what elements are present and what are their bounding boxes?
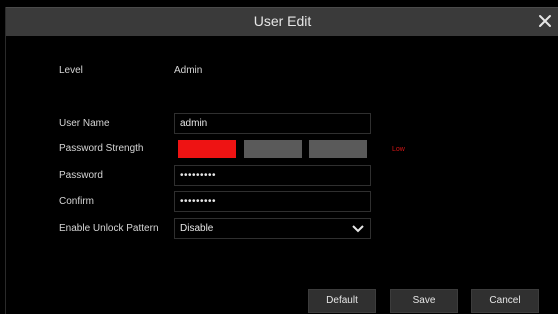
username-label: User Name [59,118,110,129]
strength-segment-1 [178,140,236,158]
level-label: Level [59,65,83,76]
title-bar: User Edit [6,7,558,36]
strength-segment-3 [309,140,367,158]
cancel-button[interactable]: Cancel [471,289,539,313]
save-button[interactable]: Save [390,289,458,313]
password-label: Password [59,170,103,181]
level-value: Admin [174,65,203,76]
strength-status: Low [392,146,405,153]
username-field[interactable]: admin [174,113,371,134]
user-edit-dialog: User Edit Level Admin User Name admin Pa… [5,7,558,314]
password-strength-label: Password Strength [59,143,144,154]
chevron-down-icon [352,225,364,233]
unlock-pattern-value: Disable [180,223,214,234]
unlock-pattern-label: Enable Unlock Pattern [59,223,159,234]
password-field[interactable]: ••••••••• [174,165,371,186]
strength-segment-2 [244,140,302,158]
close-button[interactable] [533,9,557,33]
confirm-field[interactable]: ••••••••• [174,191,371,212]
unlock-pattern-select[interactable]: Disable [174,218,371,239]
close-icon [539,15,551,27]
dialog-title: User Edit [253,13,312,29]
confirm-label: Confirm [59,196,95,207]
default-button[interactable]: Default [308,289,376,313]
